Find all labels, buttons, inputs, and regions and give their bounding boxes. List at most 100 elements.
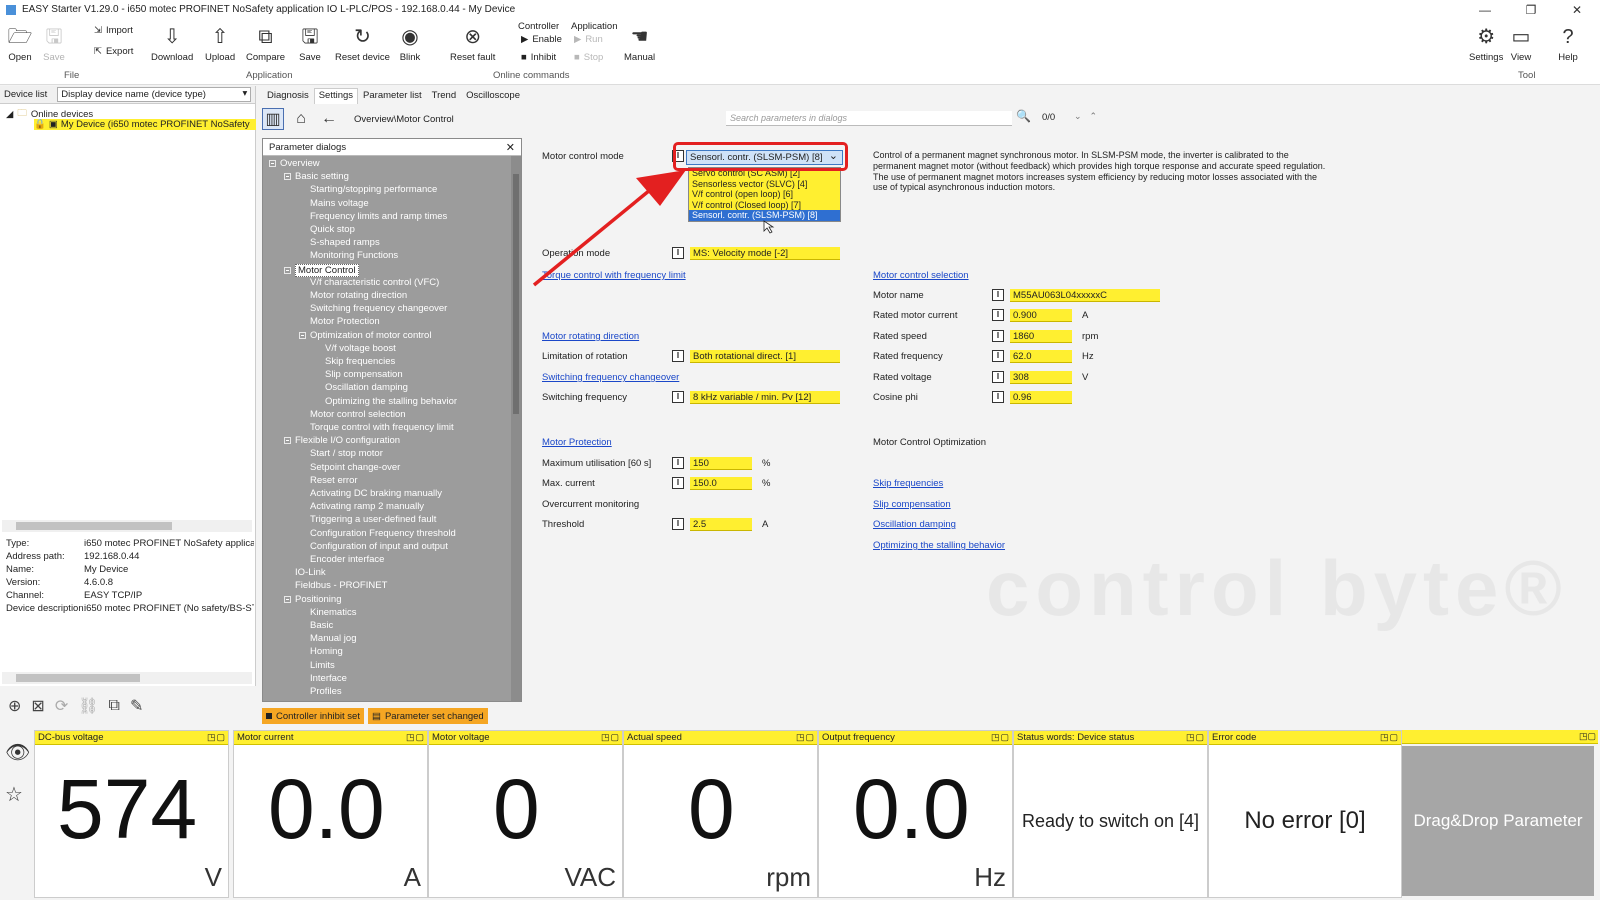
skip-frequencies-link[interactable]: Skip frequencies [873, 478, 943, 489]
tree-node[interactable]: Slip compensation [325, 369, 403, 380]
tree-node[interactable]: Manual jog [310, 633, 356, 644]
dropdown-option-selected[interactable]: Sensorl. contr. (SLSM-PSM) [8] [689, 210, 840, 221]
tree-node[interactable]: IO-Link [295, 567, 326, 578]
tab-diagnosis[interactable]: Diagnosis [262, 88, 314, 104]
tree-node[interactable]: Frequency limits and ramp times [310, 211, 447, 222]
tab-oscilloscope[interactable]: Oscilloscope [461, 88, 525, 104]
tree-node[interactable]: Encoder interface [310, 554, 384, 565]
tree-node[interactable]: Homing [310, 646, 343, 657]
link-icon[interactable]: ⛓ [78, 696, 98, 716]
parameter-tree-scrollbar[interactable] [511, 156, 521, 701]
tree-node[interactable]: V/f characteristic control (VFC) [310, 277, 439, 288]
monitor-tile-dc-bus-voltage[interactable]: DC-bus voltage ◳▢ 574 V [34, 730, 229, 898]
reset-fault-button[interactable]: ⊗ Reset fault [450, 25, 495, 63]
monitor-tile-actual-speed[interactable]: Actual speed ◳▢ 0 rpm [623, 730, 818, 898]
rated-frequency-field[interactable]: 62.0 [1010, 350, 1072, 363]
info-icon[interactable]: I [992, 371, 1004, 383]
monitor-tile-error-code[interactable]: Error code ◳▢ No error [0] [1208, 730, 1402, 898]
drag-drop-parameter-tile[interactable]: Drag&Drop Parameter [1402, 746, 1594, 896]
max-current-field[interactable]: 150.0 [690, 477, 752, 490]
limitation-field[interactable]: Both rotational direct. [1] [690, 350, 840, 363]
tree-node[interactable]: Mains voltage [310, 198, 369, 209]
motor-rotating-direction-link[interactable]: Motor rotating direction [542, 331, 639, 342]
panel-toggle-icon[interactable]: ▥ [262, 108, 284, 130]
display-mode-select[interactable]: Display device name (device type) [57, 87, 252, 102]
collapse-icon[interactable] [269, 160, 276, 167]
tab-device-list[interactable]: Device list [0, 89, 51, 100]
info-icon[interactable]: I [672, 247, 684, 259]
monitor-tile-motor-voltage[interactable]: Motor voltage ◳▢ 0 VAC [428, 730, 623, 898]
edit-pencil-icon[interactable]: ✎ [130, 696, 143, 716]
tree-node[interactable]: Torque control with frequency limit [310, 422, 454, 433]
tile-controls-icon[interactable]: ◳▢ [796, 732, 815, 743]
compare-button[interactable]: ⧉ Compare [246, 25, 285, 63]
tree-node[interactable]: Profiles [310, 686, 342, 697]
info-icon[interactable]: I [992, 330, 1004, 342]
tile-controls-icon[interactable]: ◳▢ [207, 732, 226, 743]
cosine-phi-field[interactable]: 0.96 [1010, 391, 1072, 404]
tree-node[interactable]: Flexible I/O configuration [284, 435, 400, 446]
tree-node[interactable]: Quick stop [310, 224, 355, 235]
monitor-tile-device-status[interactable]: Status words: Device status ◳▢ Ready to s… [1013, 730, 1208, 898]
reset-device-button[interactable]: ↻ Reset device [335, 25, 390, 63]
open-button[interactable]: 🗁 Open [8, 25, 33, 63]
copy-icon[interactable]: ⧉ [109, 697, 120, 715]
dropdown-option[interactable]: V/f control (open loop) [6] [689, 189, 840, 200]
stalling-behavior-link[interactable]: Optimizing the stalling behavior [873, 540, 1005, 551]
motor-control-selection-link[interactable]: Motor control selection [873, 270, 969, 281]
info-icon[interactable]: I [992, 289, 1004, 301]
tile-controls-icon[interactable]: ◳▢ [406, 732, 425, 743]
tree-node[interactable]: Kinematics [310, 607, 356, 618]
info-icon[interactable]: I [672, 457, 684, 469]
stop-button[interactable]: ■ Stop [574, 52, 603, 63]
max-utilisation-field[interactable]: 150 [690, 457, 752, 470]
back-arrow-icon[interactable]: ← [318, 108, 340, 130]
inhibit-button[interactable]: ■ Inhibit [521, 52, 556, 63]
tree-node[interactable]: Activating DC braking manually [310, 488, 442, 499]
enable-button[interactable]: ▶ Enable [521, 34, 562, 45]
save-button[interactable]: 🖫 Save [42, 25, 66, 63]
tree-node[interactable]: Switching frequency changeover [310, 303, 447, 314]
download-button[interactable]: ⇩ Download [151, 25, 193, 63]
settings-button[interactable]: ⚙ Settings [1469, 25, 1503, 63]
save-device-button[interactable]: 🖫 Save [298, 25, 322, 63]
import-button[interactable]: ⇲ Import [94, 25, 133, 36]
tree-node[interactable]: Basic setting [284, 171, 349, 182]
tree-node[interactable]: Fieldbus - PROFINET [295, 580, 387, 591]
close-icon[interactable]: ✕ [506, 141, 515, 154]
operation-mode-field[interactable]: MS: Velocity mode [-2] [690, 247, 840, 260]
upload-button[interactable]: ⇧ Upload [205, 25, 235, 63]
properties-hscrollbar[interactable] [2, 672, 252, 684]
tab-trend[interactable]: Trend [427, 88, 461, 104]
tree-node[interactable]: Oscillation damping [325, 382, 408, 393]
blink-button[interactable]: ◉ Blink [398, 25, 422, 63]
view-button[interactable]: ▭ View [1509, 25, 1533, 63]
add-device-icon[interactable]: ⊕ [8, 696, 21, 716]
info-icon[interactable]: I [992, 350, 1004, 362]
tree-node[interactable]: Starting/stopping performance [310, 184, 437, 195]
search-icon[interactable]: 🔍 [1016, 109, 1031, 123]
help-button[interactable]: ? Help [1556, 25, 1580, 63]
monitor-tile-motor-current[interactable]: Motor current ◳▢ 0.0 A [233, 730, 428, 898]
info-icon[interactable]: I [992, 309, 1004, 321]
slip-compensation-link[interactable]: Slip compensation [873, 499, 951, 510]
tree-node[interactable]: Start / stop motor [310, 448, 383, 459]
motor-protection-link[interactable]: Motor Protection [542, 437, 612, 448]
tree-node[interactable]: Motor rotating direction [310, 290, 407, 301]
export-button[interactable]: ⇱ Export [94, 46, 133, 57]
eye-icon[interactable]: 👁 [5, 740, 30, 765]
info-icon[interactable]: I [672, 391, 684, 403]
rated-current-field[interactable]: 0.900 [1010, 309, 1072, 322]
tile-controls-icon[interactable]: ◳▢ [1380, 732, 1399, 743]
rated-speed-field[interactable]: 1860 [1010, 330, 1072, 343]
tab-settings[interactable]: Settings [313, 88, 359, 104]
threshold-field[interactable]: 2.5 [690, 518, 752, 531]
tree-node[interactable]: Overview [269, 158, 320, 169]
tile-controls-icon[interactable]: ◳▢ [601, 732, 620, 743]
tree-node[interactable]: S-shaped ramps [310, 237, 380, 248]
collapse-icon[interactable] [284, 437, 291, 445]
parameter-search-input[interactable]: Search parameters in dialogs [726, 111, 1012, 126]
collapse-icon[interactable] [284, 595, 291, 603]
dropdown-option[interactable]: Sensorless vector (SLVC) [4] [689, 179, 840, 190]
tree-node[interactable]: Optimization of motor control [299, 330, 431, 341]
